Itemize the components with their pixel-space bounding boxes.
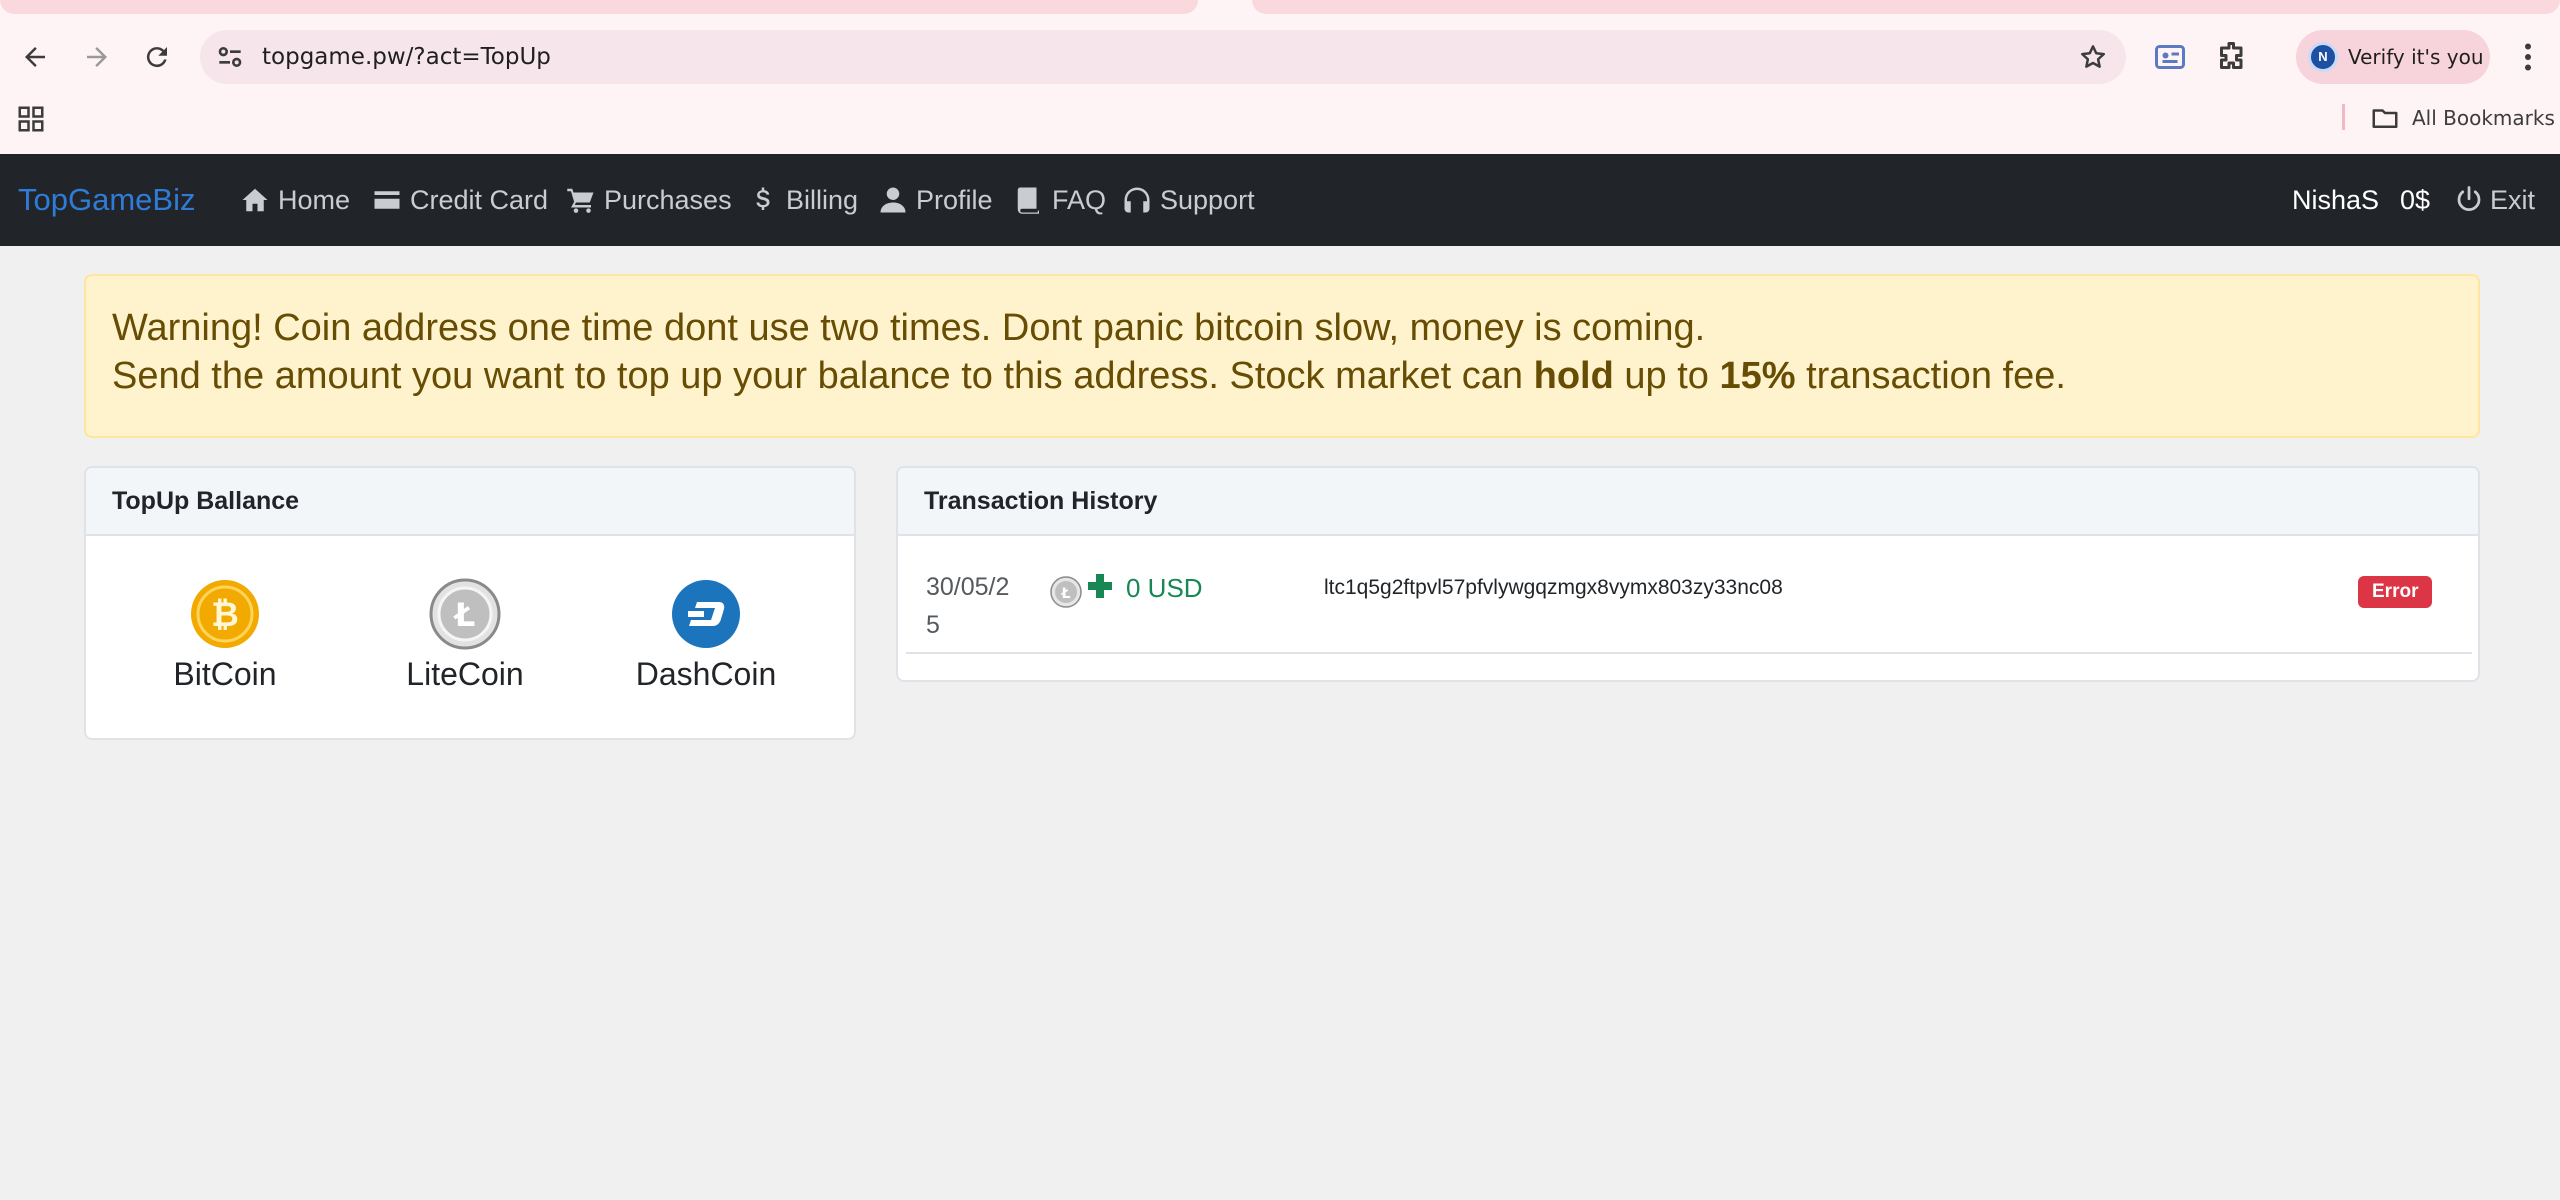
svg-text:Ł: Ł (1061, 586, 1071, 602)
extensions-icon[interactable] (2214, 39, 2250, 75)
warning-alert: Warning! Coin address one time dont use … (84, 274, 2480, 438)
nav-faq[interactable]: FAQ (1014, 154, 1106, 246)
browser-tab-edge (0, 0, 1198, 14)
browser-tab-edge (1252, 0, 2560, 14)
alert-bold-percent: 15% (1719, 355, 1796, 397)
litecoin-icon: Ł (429, 578, 501, 650)
nav-support[interactable]: Support (1122, 154, 1255, 246)
svg-text:₿: ₿ (211, 595, 239, 635)
user-icon (880, 187, 906, 213)
bookmarks-separator (2342, 104, 2345, 130)
nav-profile[interactable]: Profile (878, 154, 993, 246)
alert-bold-hold: hold (1533, 355, 1614, 397)
nav-faq-label: FAQ (1052, 184, 1107, 215)
balance: 0$ (2400, 185, 2431, 215)
power-icon (2457, 186, 2481, 211)
topup-card-title: TopUp Ballance (86, 468, 854, 536)
topup-card: TopUp Ballance ₿ BitCoin Ł LiteCoin Dash… (84, 466, 856, 740)
bookmarks-bar: All Bookmarks (0, 92, 2560, 154)
dashcoin-label: DashCoin (635, 656, 777, 692)
alert-text: up to (1613, 355, 1720, 397)
nav-billing-label: Billing (786, 184, 859, 215)
litecoin-icon: Ł (1050, 576, 1082, 608)
plus-icon (1088, 574, 1112, 598)
bitcoin-option[interactable]: ₿ BitCoin (170, 578, 280, 693)
username[interactable]: NishaS (2292, 154, 2379, 246)
nav-home[interactable]: Home (240, 154, 350, 246)
cart-icon (567, 188, 594, 213)
reading-mode-icon[interactable] (2152, 39, 2188, 75)
transaction-history-title: Transaction History (898, 468, 2478, 536)
dash-icon (672, 580, 740, 648)
all-bookmarks-label: All Bookmarks (2412, 106, 2555, 130)
reload-icon (146, 47, 167, 68)
transaction-address: ltc1q5g2ftpvl57pfvlywgqzmgx8vymx803zy33n… (1324, 576, 1783, 599)
dollar-icon (756, 187, 770, 210)
dashcoin-option[interactable]: DashCoin (626, 578, 786, 693)
nav-purchases-label: Purchases (604, 184, 732, 215)
nav-credit-card[interactable]: Credit Card (372, 154, 548, 246)
arrow-left-icon (25, 47, 45, 67)
nav-home-label: Home (278, 184, 351, 215)
table-row: 30/05/25 Ł 0 USD ltc1q5g2ftpvl57pfvlywgq… (906, 536, 2472, 654)
svg-text:Ł: Ł (453, 596, 476, 634)
forward-button[interactable] (72, 32, 122, 82)
exit-button[interactable]: Exit (2454, 154, 2535, 246)
arrow-right-icon (87, 47, 107, 67)
home-icon (242, 188, 268, 212)
litecoin-option[interactable]: Ł LiteCoin (390, 578, 540, 693)
browser-menu-icon[interactable] (2510, 39, 2546, 75)
alert-line-1: Warning! Coin address one time dont use … (112, 307, 1706, 349)
transaction-amount: 0 USD (1126, 573, 1203, 603)
alert-text: transaction fee. (1795, 355, 2066, 397)
litecoin-label: LiteCoin (406, 656, 524, 692)
reload-button[interactable] (132, 32, 182, 82)
verify-label: Verify it's you (2348, 45, 2484, 69)
credit-card-icon (374, 191, 400, 209)
avatar: N (2308, 42, 2338, 72)
browser-toolbar: topgame.pw/?act=TopUp N Verify it's you (0, 22, 2560, 92)
transaction-history-card: Transaction History 30/05/25 Ł 0 USD ltc… (896, 466, 2480, 682)
nav-credit-card-label: Credit Card (410, 184, 549, 215)
folder-icon (2372, 109, 2398, 128)
nav-profile-label: Profile (916, 184, 993, 215)
bitcoin-icon: ₿ (191, 580, 259, 648)
url-text[interactable]: topgame.pw/?act=TopUp (262, 30, 551, 84)
brand-link[interactable]: TopGameBiz (18, 154, 195, 246)
apps-grid-icon[interactable] (16, 104, 46, 134)
status-badge: Error (2358, 576, 2433, 608)
nav-purchases[interactable]: Purchases (566, 154, 732, 246)
back-button[interactable] (10, 32, 60, 82)
site-settings-icon[interactable] (214, 41, 246, 73)
book-icon (1017, 187, 1039, 214)
transaction-date: 30/05/25 (926, 573, 1010, 639)
alert-line-2: Send the amount you want to top up your … (112, 352, 2452, 400)
exit-label: Exit (2490, 184, 2536, 215)
alert-text: Send the amount you want to top up your … (112, 355, 1534, 397)
site-navbar: TopGameBiz Home Credit Card Purchases Bi… (0, 154, 2560, 246)
profile-verify-button[interactable]: N Verify it's you (2296, 30, 2490, 84)
nav-billing[interactable]: Billing (748, 154, 858, 246)
bookmark-star-icon[interactable] (2078, 42, 2108, 72)
headset-icon (1124, 187, 1150, 213)
bitcoin-label: BitCoin (173, 656, 277, 692)
all-bookmarks-button[interactable]: All Bookmarks (2370, 100, 2555, 136)
address-bar[interactable]: topgame.pw/?act=TopUp (200, 30, 2126, 84)
browser-tab-strip (0, 0, 2560, 22)
nav-support-label: Support (1160, 184, 1255, 215)
